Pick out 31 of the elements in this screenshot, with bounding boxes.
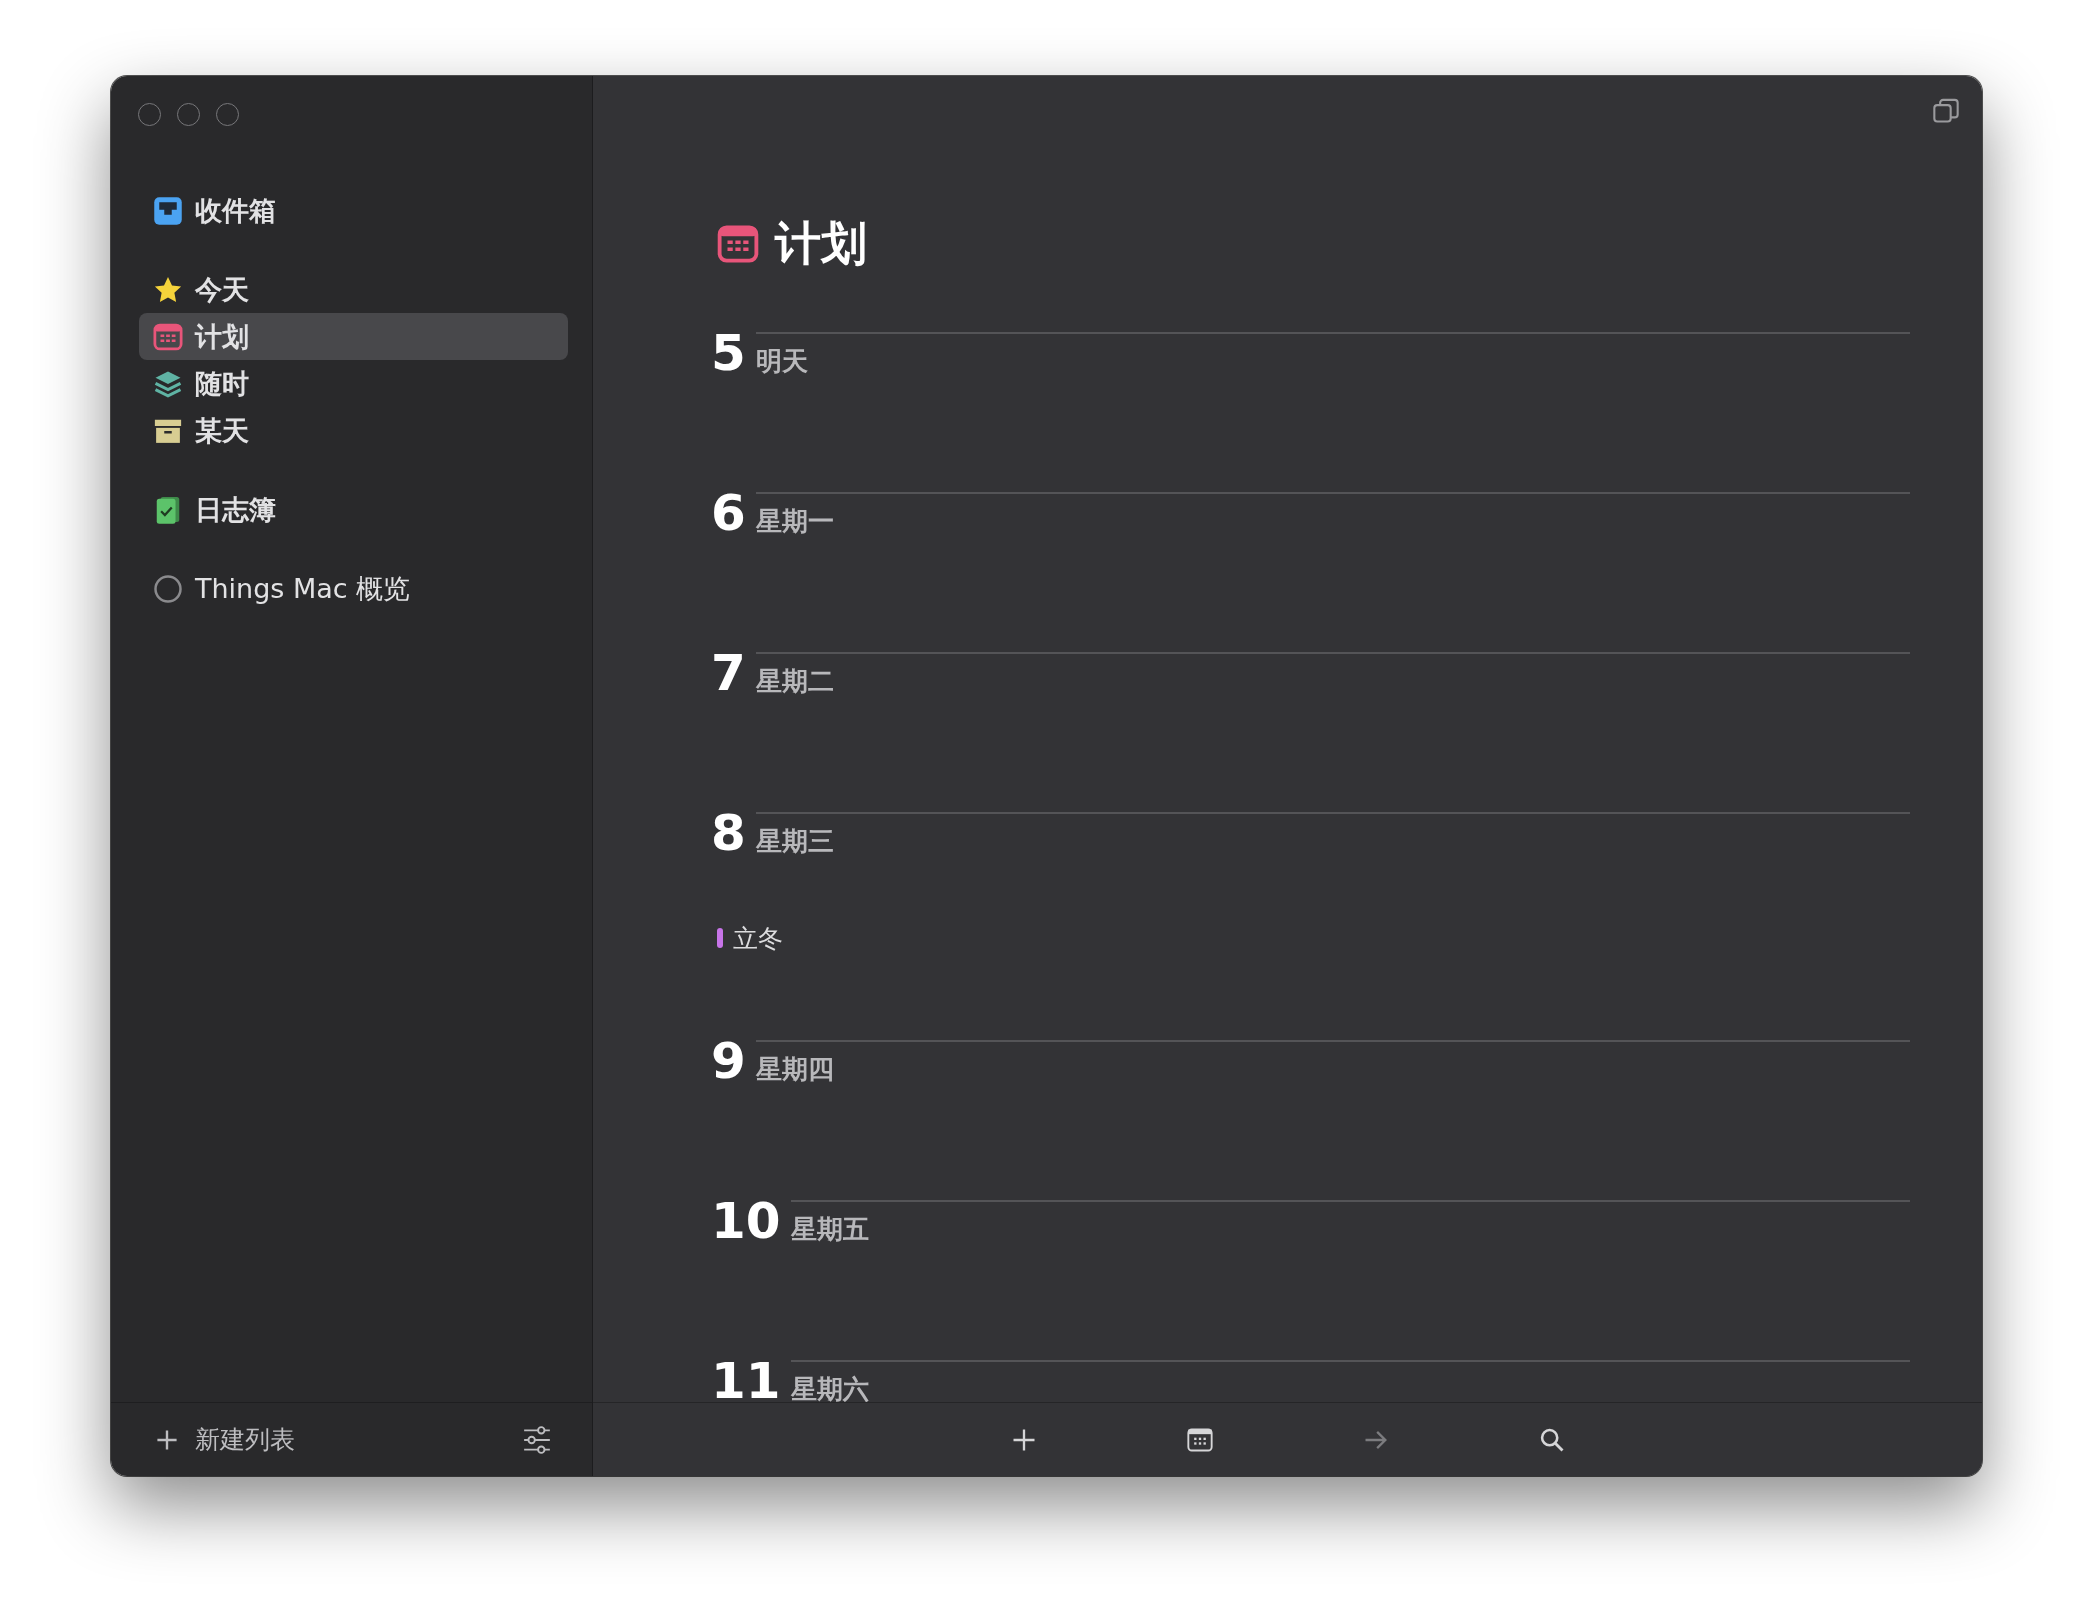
windows-icon[interactable] [1932, 97, 1960, 125]
tray-icon [153, 195, 183, 226]
event-title[interactable]: 立冬 [733, 921, 783, 955]
day-number: 10 [711, 1196, 781, 1246]
sliders-icon[interactable] [522, 1424, 552, 1455]
sidebar-item[interactable]: 随时 [139, 360, 568, 407]
sidebar-item[interactable]: 收件箱 [139, 187, 568, 234]
sidebar-item[interactable]: 某天 [139, 407, 568, 454]
sidebar-item[interactable]: 计划 [139, 313, 568, 360]
day-number: 8 [711, 808, 746, 858]
calendar-icon [717, 223, 759, 265]
day-name: 星期六 [790, 1374, 869, 1402]
day-name: 星期四 [755, 1054, 834, 1084]
plus-icon [155, 1427, 179, 1452]
day-number: 7 [711, 648, 746, 698]
day-name: 星期三 [755, 826, 834, 856]
day-name: 星期二 [755, 666, 834, 696]
day-number: 5 [711, 328, 746, 378]
sidebar-item[interactable]: 日志簿 [139, 486, 568, 533]
day-number: 9 [711, 1036, 746, 1086]
sidebar-item[interactable]: 今天 [139, 266, 568, 313]
progress-ring-icon [153, 573, 183, 604]
day-name: 星期一 [755, 506, 834, 536]
day-name: 明天 [755, 346, 808, 376]
day-number: 6 [711, 488, 746, 538]
new-list-button[interactable]: 新建列表 [151, 1419, 299, 1460]
page-title: 计划 [775, 215, 867, 272]
day-name: 星期五 [790, 1214, 869, 1244]
sidebar-item[interactable]: Things Mac 概览 [139, 565, 568, 612]
calendar-icon [153, 321, 183, 352]
day-number: 11 [711, 1356, 781, 1402]
